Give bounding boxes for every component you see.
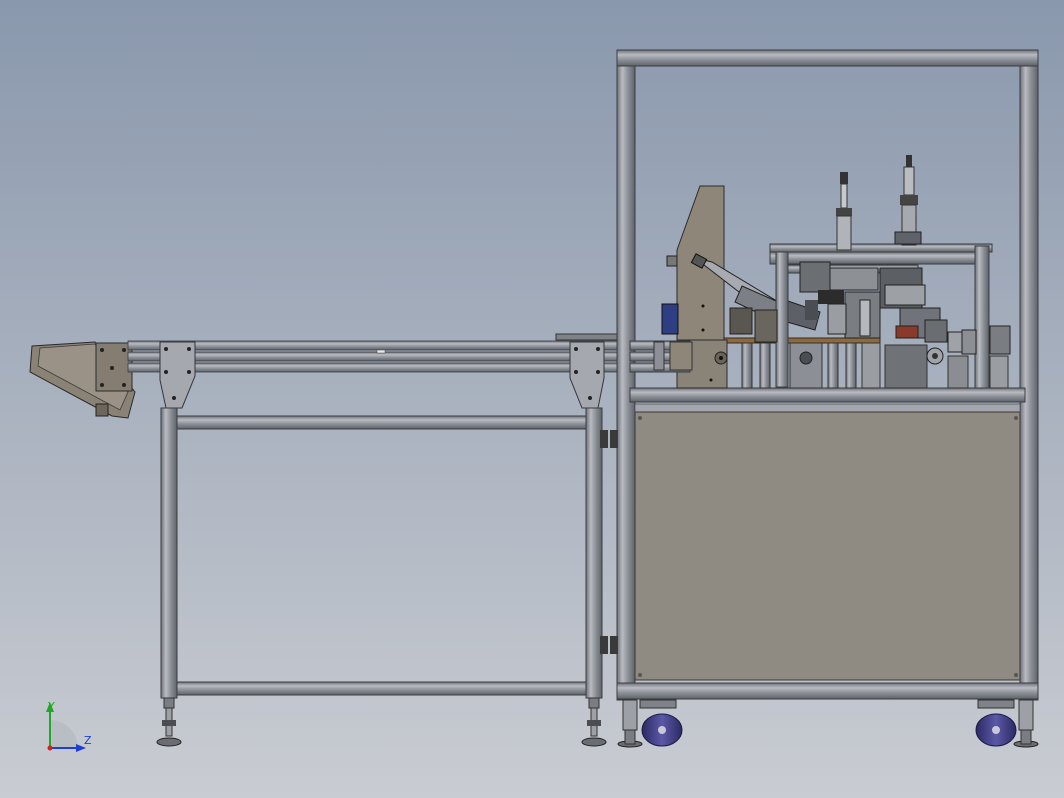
- caster-left: [617, 699, 683, 748]
- conveyor-assembly[interactable]: [29, 333, 629, 747]
- cad-viewport[interactable]: Y Z: [0, 0, 1064, 798]
- x-axis-point-icon: [47, 745, 53, 751]
- vertical-cylinder-1: [836, 172, 852, 251]
- triad-plane-icon: [50, 720, 78, 748]
- hinge-lower: [610, 636, 618, 654]
- main-machine-assembly[interactable]: [610, 49, 1039, 748]
- caster-right: [975, 699, 1039, 748]
- machine-infeed-rails: [629, 340, 693, 373]
- conveyor-rails: [127, 333, 629, 373]
- triad-z-label: Z: [84, 734, 92, 747]
- cabinet-panel: [634, 411, 1021, 681]
- triad-y-label: Y: [48, 700, 55, 713]
- leg-gusset-left: [159, 341, 196, 409]
- leveling-foot-right: [581, 697, 607, 747]
- conveyor-frame-legs: [160, 407, 608, 699]
- vertical-cylinder-2: [894, 155, 922, 246]
- infeed-chute: [29, 341, 136, 419]
- hinge-upper: [610, 430, 618, 448]
- leveling-foot-left: [156, 697, 182, 747]
- machine-assembly-model[interactable]: [0, 0, 1064, 798]
- leg-gusset-right: [569, 341, 605, 409]
